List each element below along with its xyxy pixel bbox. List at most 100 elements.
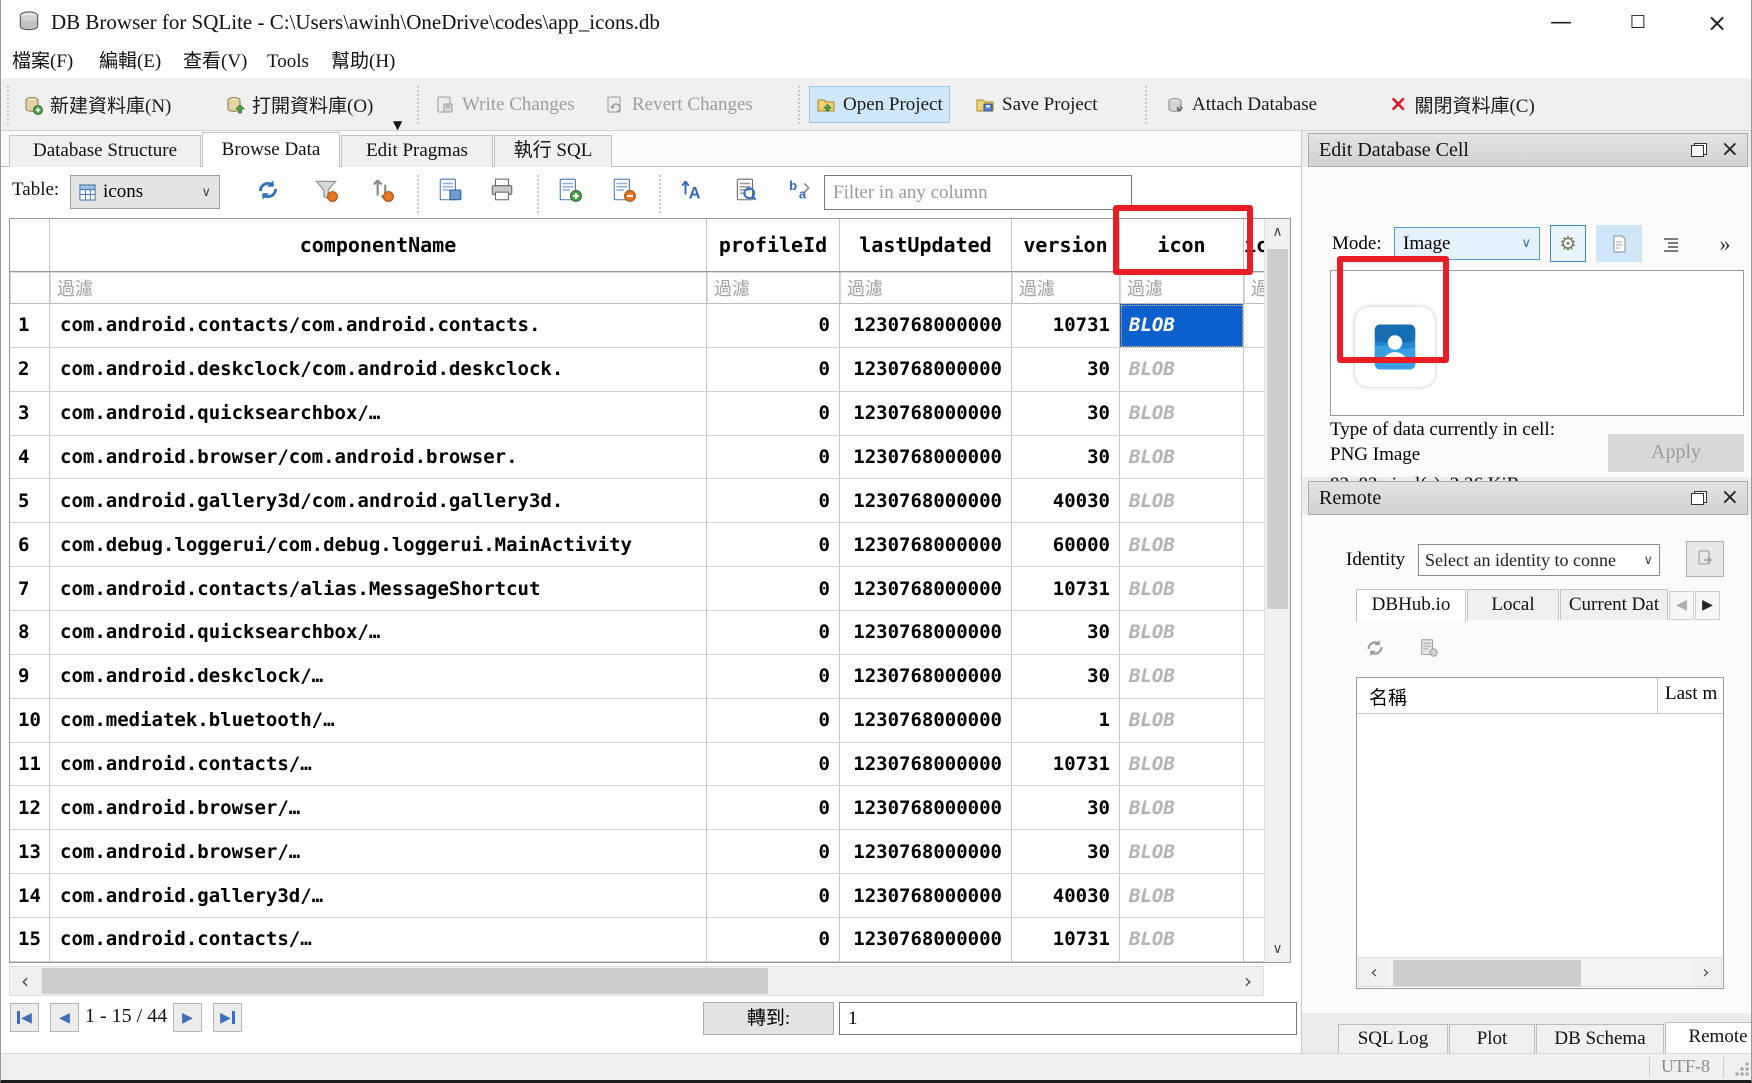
cell-icon-blob[interactable]: BLOB	[1120, 304, 1244, 348]
tab-execute-sql[interactable]: 執行 SQL	[494, 135, 612, 167]
scroll-right-icon[interactable]: ›	[1234, 968, 1262, 994]
undock-icon[interactable]	[1691, 143, 1707, 157]
filter-lastUpdated[interactable]: 過濾	[840, 272, 1012, 304]
dock-tab-db-schema[interactable]: DB Schema	[1536, 1024, 1664, 1054]
toolbar-overflow-button[interactable]: »	[1710, 225, 1740, 262]
word-wrap-button[interactable]	[1656, 225, 1686, 262]
filter-any-column-input[interactable]	[824, 175, 1132, 210]
cell-partial[interactable]	[1244, 655, 1264, 699]
print-icon[interactable]	[489, 177, 515, 203]
mode-combo[interactable]: Image ∨	[1394, 227, 1540, 260]
remote-list-scrollbar[interactable]: ‹ ›	[1358, 957, 1722, 987]
cell-last-updated[interactable]: 1230768000000	[840, 436, 1012, 480]
cell-rownum[interactable]: 1	[10, 304, 50, 348]
cell-component-name[interactable]: com.android.browser/com.android.browser.	[50, 436, 707, 480]
cell-icon-blob[interactable]: BLOB	[1120, 479, 1244, 523]
cell-last-updated[interactable]: 1230768000000	[840, 479, 1012, 523]
scroll-left-icon[interactable]: ‹	[1361, 960, 1387, 986]
import-data-button[interactable]: ⚙	[1550, 225, 1586, 262]
cell-profile-id[interactable]: 0	[707, 874, 840, 918]
cell-partial[interactable]	[1244, 830, 1264, 874]
dock-tab-sql-log[interactable]: SQL Log	[1338, 1024, 1448, 1054]
cell-last-updated[interactable]: 1230768000000	[840, 523, 1012, 567]
cell-component-name[interactable]: com.android.gallery3d/com.android.galler…	[50, 479, 707, 523]
close-panel-icon[interactable]: ×	[1721, 488, 1739, 508]
cell-partial[interactable]	[1244, 786, 1264, 830]
delete-record-icon[interactable]	[611, 177, 637, 203]
cell-profile-id[interactable]: 0	[707, 743, 840, 787]
close-button[interactable]: ×	[1694, 8, 1740, 38]
open-database-dropdown-arrow[interactable]: ▼	[393, 118, 402, 132]
cell-version[interactable]: 60000	[1012, 523, 1120, 567]
tab-database-structure[interactable]: Database Structure	[9, 135, 201, 167]
cell-component-name[interactable]: com.android.browser/…	[50, 786, 707, 830]
filter-componentName[interactable]: 過濾	[50, 272, 707, 304]
save-table-view-icon[interactable]	[437, 177, 463, 203]
condition-format-icon[interactable]: ba	[787, 177, 813, 203]
last-record-button[interactable]: ▶	[213, 1003, 242, 1032]
cell-component-name[interactable]: com.android.quicksearchbox/…	[50, 392, 707, 436]
cell-last-updated[interactable]: 1230768000000	[840, 655, 1012, 699]
previous-record-button[interactable]: ◀	[50, 1003, 79, 1032]
cell-component-name[interactable]: com.android.quicksearchbox/…	[50, 611, 707, 655]
remote-refresh-icon[interactable]	[1364, 637, 1386, 659]
cell-component-name[interactable]: com.android.browser/…	[50, 830, 707, 874]
encoding-indicator[interactable]: UTF-8	[1661, 1056, 1710, 1077]
horizontal-scroll-thumb[interactable]	[42, 968, 768, 994]
cell-icon-blob[interactable]: BLOB	[1120, 523, 1244, 567]
cell-rownum[interactable]: 13	[10, 830, 50, 874]
cell-version[interactable]: 10731	[1012, 304, 1120, 348]
remote-tab-current-database[interactable]: Current Dat	[1560, 589, 1668, 620]
minimize-button[interactable]: —	[1538, 8, 1584, 38]
text-encoding-icon[interactable]: A	[679, 177, 705, 203]
cell-rownum[interactable]: 5	[10, 479, 50, 523]
cell-profile-id[interactable]: 0	[707, 348, 840, 392]
cell-component-name[interactable]: com.mediatek.bluetooth/…	[50, 699, 707, 743]
cell-partial[interactable]	[1244, 479, 1264, 523]
maximize-button[interactable]: ☐	[1615, 8, 1661, 38]
cell-rownum[interactable]: 3	[10, 392, 50, 436]
binary-view-icon[interactable]	[733, 177, 759, 203]
cell-partial[interactable]	[1244, 523, 1264, 567]
identity-action-button[interactable]	[1686, 541, 1724, 577]
header-profileId[interactable]: profileId	[707, 219, 840, 271]
cell-last-updated[interactable]: 1230768000000	[840, 743, 1012, 787]
cell-partial[interactable]	[1244, 567, 1264, 611]
cell-profile-id[interactable]: 0	[707, 436, 840, 480]
cell-last-updated[interactable]: 1230768000000	[840, 830, 1012, 874]
cell-partial[interactable]	[1244, 436, 1264, 480]
cell-partial[interactable]	[1244, 874, 1264, 918]
header-icon[interactable]: icon	[1120, 219, 1244, 271]
menu-file[interactable]: 檔案(F)	[6, 49, 79, 75]
identity-combo[interactable]: Select an identity to conne ∨	[1418, 544, 1660, 576]
vertical-scrollbar[interactable]: ∧ ∨	[1264, 219, 1290, 962]
cell-icon-blob[interactable]: BLOB	[1120, 874, 1244, 918]
scroll-left-icon[interactable]: ‹	[11, 968, 39, 994]
close-panel-icon[interactable]: ×	[1721, 140, 1739, 160]
remote-last-modified-column[interactable]: Last m	[1665, 683, 1723, 705]
cell-icon-blob[interactable]: BLOB	[1120, 436, 1244, 480]
cell-profile-id[interactable]: 0	[707, 611, 840, 655]
scroll-down-icon[interactable]: ∨	[1265, 936, 1290, 962]
cell-partial[interactable]	[1244, 699, 1264, 743]
insert-record-icon[interactable]	[557, 177, 583, 203]
cell-last-updated[interactable]: 1230768000000	[840, 611, 1012, 655]
cell-profile-id[interactable]: 0	[707, 567, 840, 611]
resize-grip[interactable]	[1735, 1062, 1749, 1076]
cell-version[interactable]: 30	[1012, 611, 1120, 655]
menu-tools[interactable]: Tools	[261, 49, 315, 75]
undock-icon[interactable]	[1691, 491, 1707, 505]
cell-rownum[interactable]: 12	[10, 786, 50, 830]
clear-filters-icon[interactable]	[313, 177, 339, 203]
cell-profile-id[interactable]: 0	[707, 523, 840, 567]
cell-component-name[interactable]: com.debug.loggerui/com.debug.loggerui.Ma…	[50, 523, 707, 567]
dock-tab-plot[interactable]: Plot	[1449, 1024, 1535, 1054]
open-project-button[interactable]: Open Project	[809, 86, 950, 123]
cell-profile-id[interactable]: 0	[707, 918, 840, 962]
cell-component-name[interactable]: com.android.deskclock/…	[50, 655, 707, 699]
cell-icon-blob[interactable]: BLOB	[1120, 655, 1244, 699]
dock-tab-remote[interactable]: Remote	[1665, 1022, 1752, 1055]
header-componentName[interactable]: componentName	[50, 219, 707, 271]
cell-profile-id[interactable]: 0	[707, 304, 840, 348]
cell-last-updated[interactable]: 1230768000000	[840, 567, 1012, 611]
